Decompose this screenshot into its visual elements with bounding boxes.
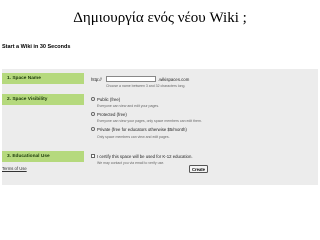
protected-option-desc: Everyone can view your pages, only space… (97, 119, 202, 123)
url-suffix: .wikispaces.com (158, 77, 190, 82)
educational-checkbox[interactable] (91, 154, 95, 158)
section-space-name: 1. Space Name (2, 73, 84, 84)
create-button[interactable]: Create (189, 165, 208, 173)
wiki-signup-screenshot: Start a Wiki in 30 Seconds 1. Space Name… (0, 44, 320, 204)
private-option-desc: Only space members can view and edit pag… (97, 135, 170, 139)
educational-desc: We may contact you via email to verify u… (97, 161, 165, 165)
educational-checkbox-label: I certify this space will be used for K-… (97, 154, 193, 159)
protected-radio[interactable] (91, 112, 95, 116)
signup-form-panel: 1. Space Name 2. Space Visibility 3. Edu… (2, 69, 318, 185)
slide-title: Δημιουργία ενός νέου Wiki ; (73, 10, 247, 26)
url-prefix: http:// (91, 77, 102, 82)
page-title: Start a Wiki in 30 Seconds (2, 44, 71, 50)
public-option-desc: Everyone can view and edit your pages. (97, 104, 160, 108)
public-radio[interactable] (91, 97, 95, 101)
space-name-hint: Choose a name between 3 and 32 character… (106, 84, 186, 88)
section-space-visibility: 2. Space Visibility (2, 94, 84, 105)
terms-of-use-link[interactable]: Terms of Use (2, 166, 27, 171)
private-option-label: Private (free for educators otherwise $5… (97, 127, 187, 132)
section-educational-use: 3. Educational Use (2, 151, 84, 162)
protected-option-label: Protected (free) (97, 112, 127, 117)
space-name-input[interactable] (106, 76, 156, 82)
private-radio[interactable] (91, 127, 95, 131)
public-option-label: Public (free) (97, 97, 121, 102)
